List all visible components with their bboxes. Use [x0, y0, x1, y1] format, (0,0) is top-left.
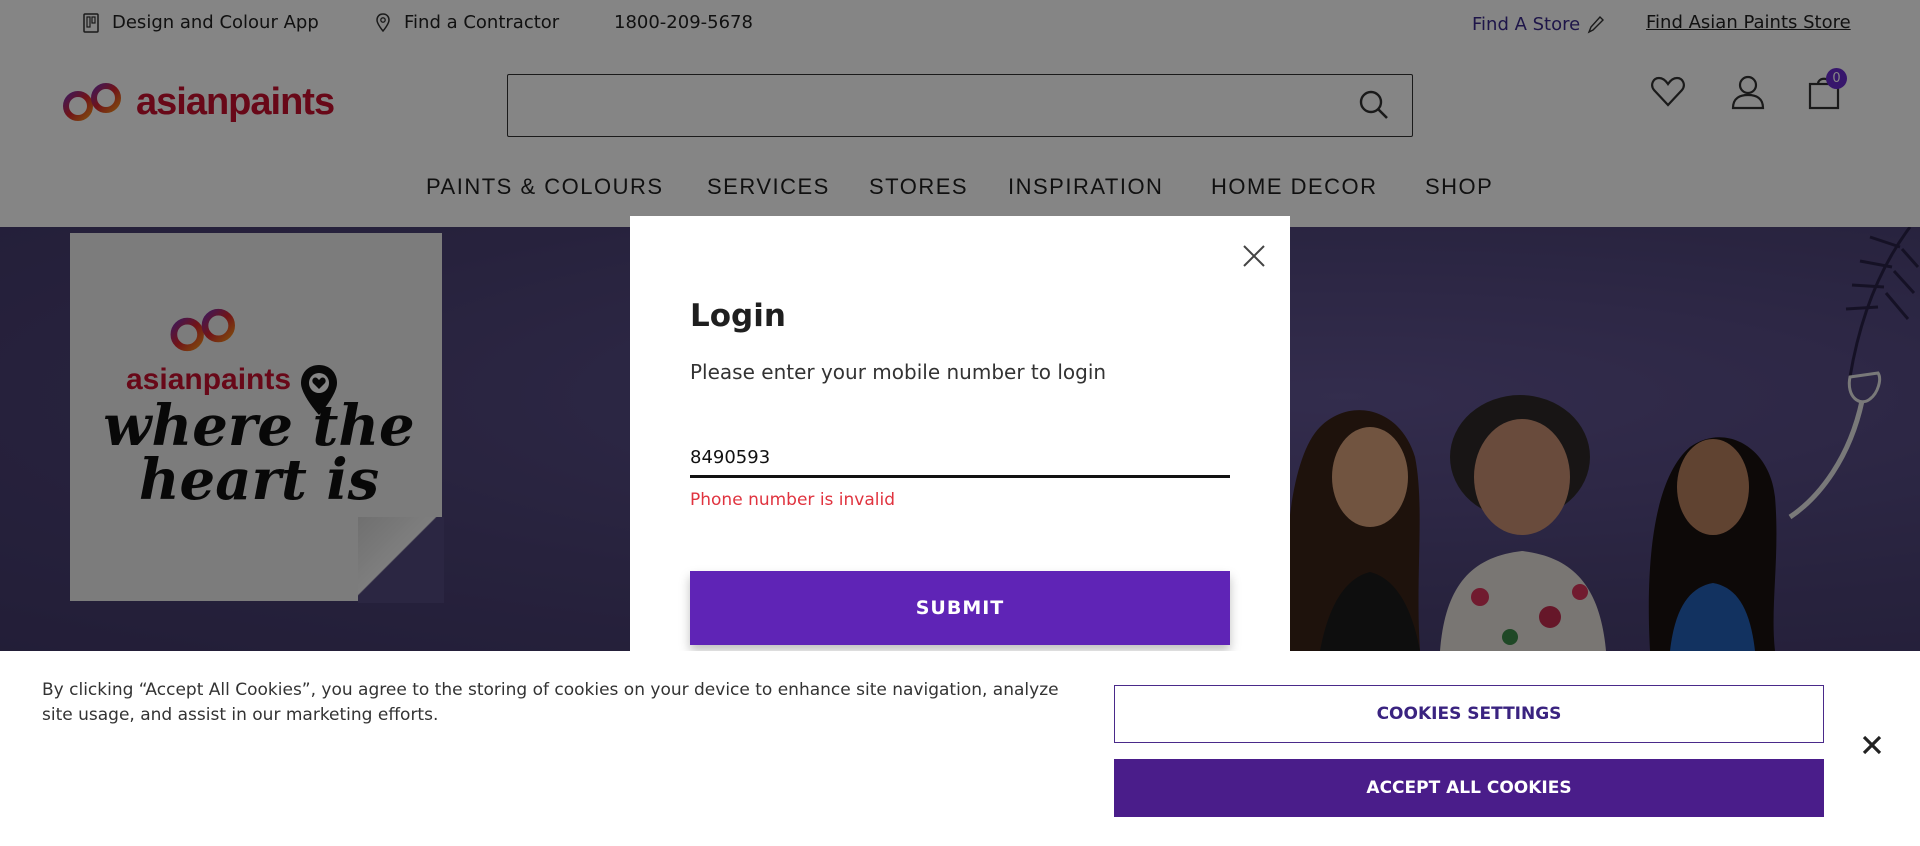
- phone-error-message: Phone number is invalid: [690, 490, 896, 510]
- mobile-number-input[interactable]: [690, 440, 1230, 478]
- cookie-message: By clicking “Accept All Cookies”, you ag…: [42, 680, 1059, 725]
- submit-button[interactable]: SUBMIT: [690, 571, 1230, 645]
- close-icon[interactable]: [1860, 733, 1884, 757]
- cookie-consent-banner: By clicking “Accept All Cookies”, you ag…: [0, 651, 1920, 846]
- login-modal: Login Please enter your mobile number to…: [630, 216, 1290, 652]
- login-title: Login: [690, 298, 786, 334]
- cookies-settings-button[interactable]: COOKIES SETTINGS: [1114, 685, 1824, 743]
- close-icon[interactable]: [1234, 236, 1274, 276]
- accept-all-cookies-button[interactable]: ACCEPT ALL COOKIES: [1114, 759, 1824, 817]
- login-subtitle: Please enter your mobile number to login: [690, 360, 1107, 384]
